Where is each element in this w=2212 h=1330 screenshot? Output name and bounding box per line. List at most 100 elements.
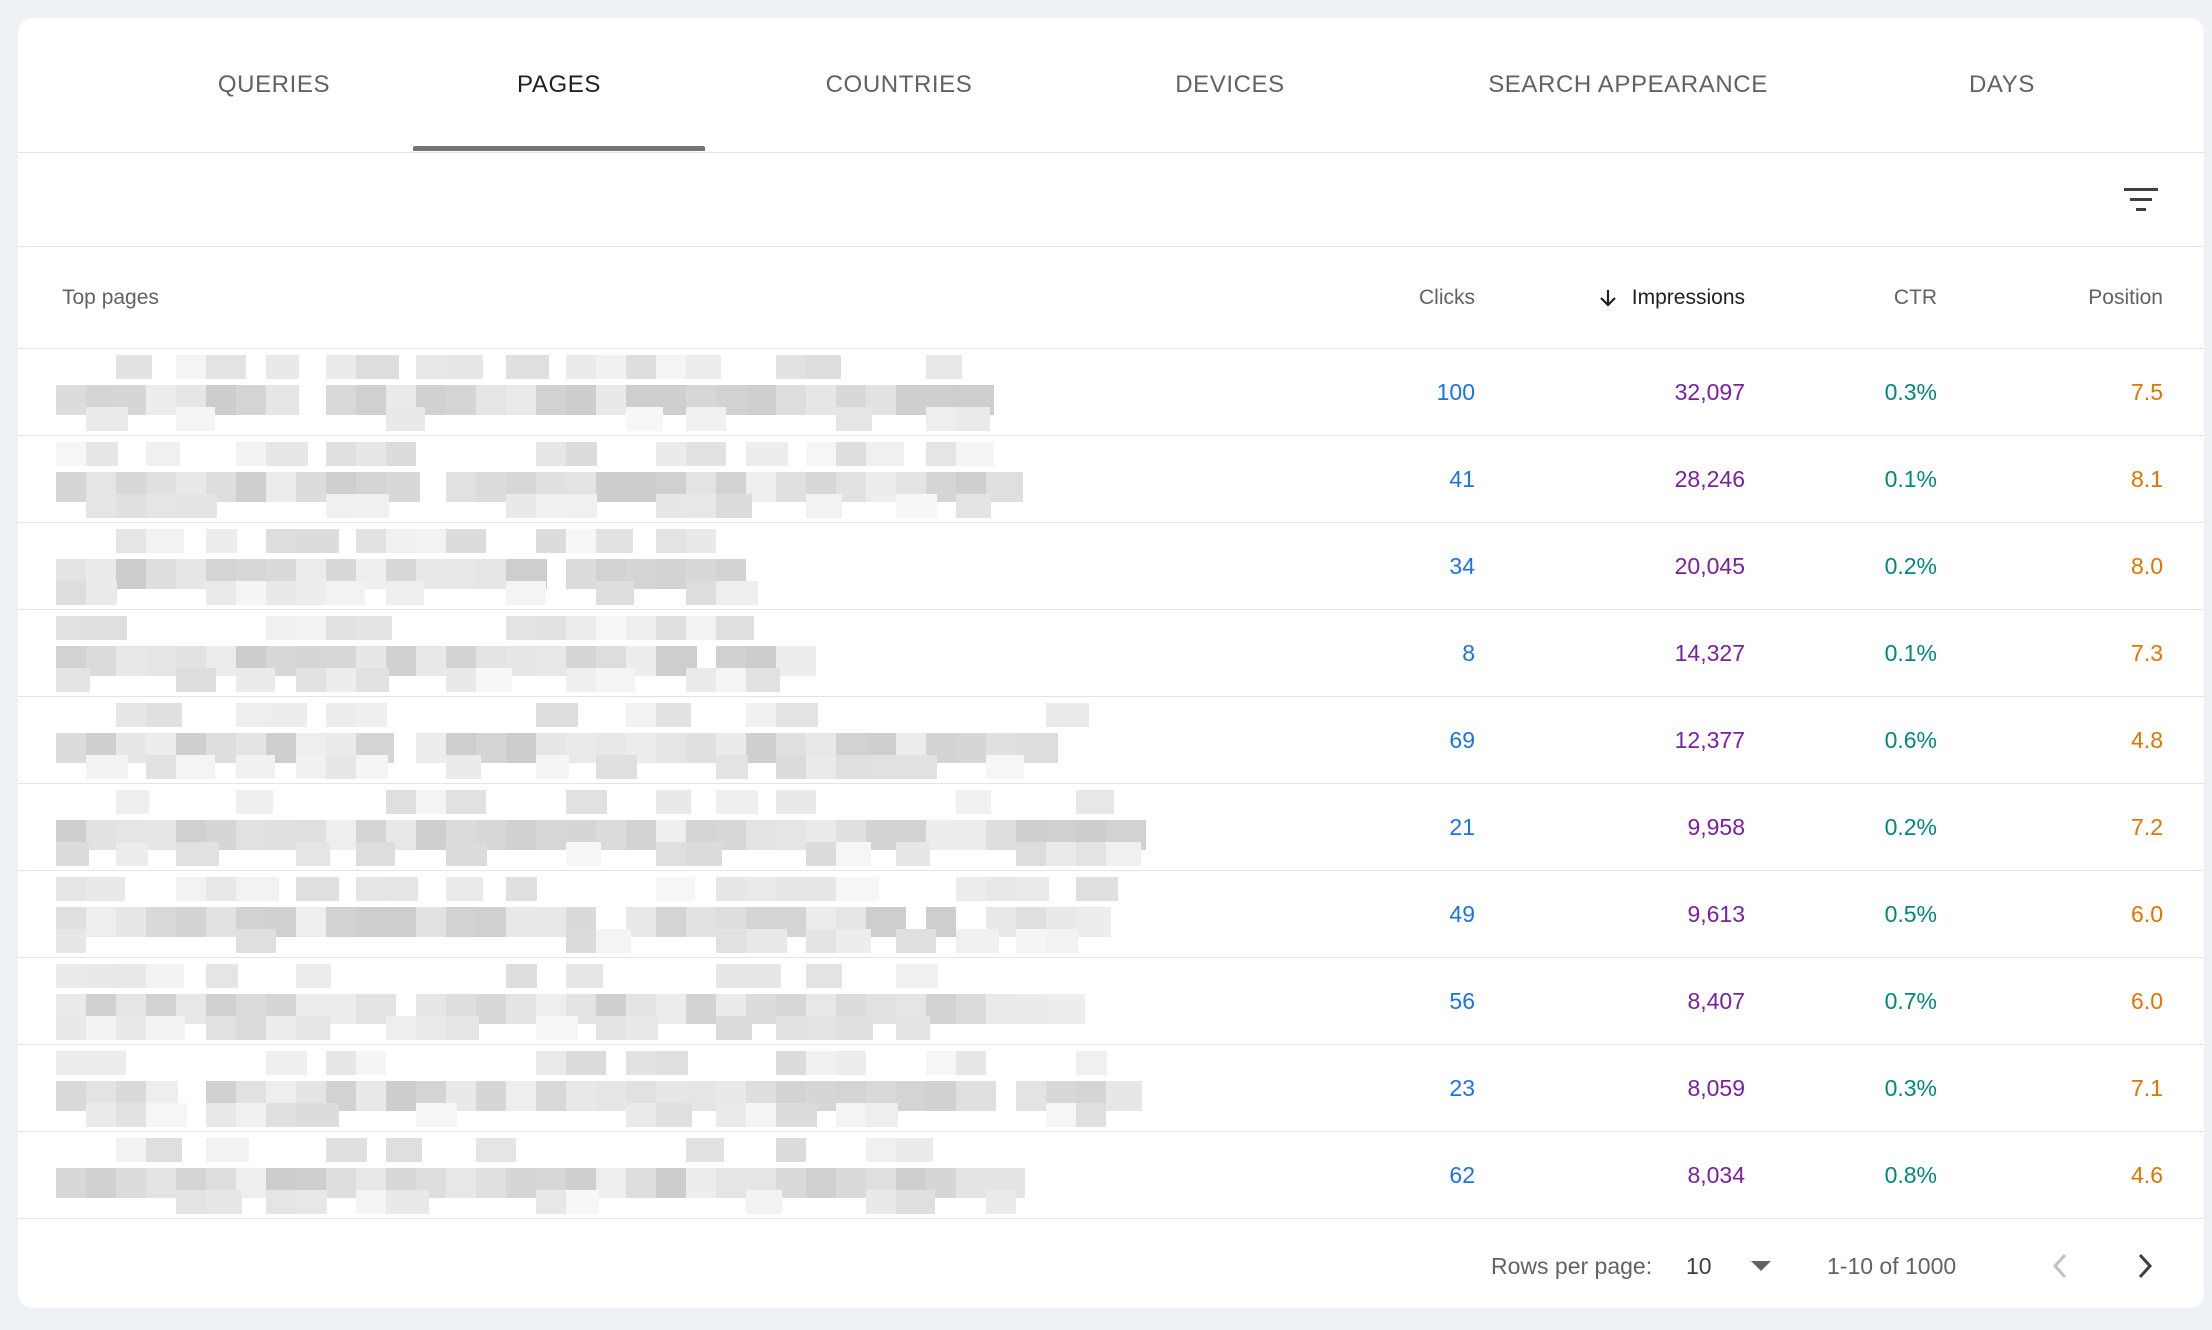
table-row[interactable]: 62 8,034 0.8% 4.6 <box>18 1132 2204 1219</box>
redaction-block <box>716 1103 746 1127</box>
position-cell: 7.3 <box>2131 639 2163 666</box>
redaction-block <box>926 407 958 431</box>
redaction-block <box>926 1051 960 1075</box>
table-row[interactable]: 23 8,059 0.3% 7.1 <box>18 1045 2204 1132</box>
redaction-block <box>146 529 184 553</box>
page-url-redacted[interactable] <box>56 703 1101 789</box>
clicks-cell: 69 <box>1449 726 1475 753</box>
redaction-block <box>656 494 689 518</box>
redaction-block <box>776 820 807 850</box>
table-pagination: Rows per page: 10 1-10 of 1000 <box>18 1224 2204 1308</box>
clicks-cell: 56 <box>1449 987 1475 1014</box>
redaction-block <box>746 964 781 988</box>
page-url-redacted[interactable] <box>56 616 816 702</box>
page-url-redacted[interactable] <box>56 355 994 441</box>
redaction-block <box>266 703 307 727</box>
redaction-block <box>806 355 841 379</box>
redaction-block <box>1076 1051 1107 1075</box>
redaction-block <box>176 494 217 518</box>
table-row[interactable]: 34 20,045 0.2% 8.0 <box>18 523 2204 610</box>
redaction-block <box>596 616 630 640</box>
filter-icon <box>2124 188 2158 211</box>
tab-queries[interactable]: QUERIES <box>128 18 420 152</box>
redaction-block <box>926 1081 960 1111</box>
position-cell: 8.1 <box>2131 465 2163 492</box>
rows-per-page-select[interactable]: 10 <box>1686 1224 1786 1308</box>
page-url-redacted[interactable] <box>56 1051 1162 1137</box>
column-header-ctr[interactable]: CTR <box>1894 247 1937 348</box>
redaction-block <box>116 355 152 379</box>
redaction-block <box>146 1016 185 1040</box>
redaction-block <box>776 790 816 814</box>
page-url-redacted[interactable] <box>56 442 1023 528</box>
redaction-block <box>626 1103 659 1127</box>
tab-search-appearance[interactable]: SEARCH APPEARANCE <box>1438 18 1818 152</box>
page-url-redacted[interactable] <box>56 790 1146 876</box>
redaction-block <box>536 703 578 727</box>
impressions-cell: 32,097 <box>1674 378 1745 405</box>
impressions-cell: 12,377 <box>1674 726 1745 753</box>
redaction-block <box>116 559 147 589</box>
redaction-block <box>686 1138 724 1162</box>
table-row[interactable]: 100 32,097 0.3% 7.5 <box>18 349 2204 436</box>
pagination-range: 1-10 of 1000 <box>1827 1252 1957 1279</box>
next-page-button[interactable] <box>2120 1241 2170 1291</box>
redaction-block <box>716 755 748 779</box>
redaction-block <box>656 877 695 901</box>
redaction-block <box>326 820 358 850</box>
tab-pages[interactable]: PAGES <box>413 18 705 152</box>
redaction-block <box>1076 877 1118 901</box>
page-url-redacted[interactable] <box>56 529 758 615</box>
redaction-block <box>86 755 128 779</box>
redaction-block <box>386 581 424 605</box>
table-row[interactable]: 21 9,958 0.2% 7.2 <box>18 784 2204 871</box>
ctr-cell: 0.8% <box>1884 1161 1937 1188</box>
performance-card: QUERIES PAGES COUNTRIES DEVICES SEARCH A… <box>18 18 2204 1308</box>
redaction-block <box>356 668 389 692</box>
redaction-block <box>596 355 630 379</box>
tab-countries[interactable]: COUNTRIES <box>753 18 1045 152</box>
column-header-position[interactable]: Position <box>2088 247 2163 348</box>
clicks-cell: 100 <box>1436 378 1475 405</box>
redaction-block <box>656 442 689 466</box>
redaction-block <box>896 1016 930 1040</box>
redaction-block <box>1046 929 1078 953</box>
filter-button[interactable] <box>2116 175 2166 225</box>
redaction-block <box>386 790 418 814</box>
redaction-block <box>356 703 387 727</box>
redaction-block <box>836 407 872 431</box>
impressions-cell: 28,246 <box>1674 465 1745 492</box>
redaction-block <box>296 842 330 866</box>
tab-devices[interactable]: DEVICES <box>1084 18 1376 152</box>
redaction-block <box>176 407 215 431</box>
tab-days[interactable]: DAYS <box>1856 18 2148 152</box>
redaction-block <box>566 355 600 379</box>
page-url-redacted[interactable] <box>56 1138 1025 1224</box>
redaction-block <box>446 842 487 866</box>
redaction-block <box>686 355 721 379</box>
position-cell: 6.0 <box>2131 900 2163 927</box>
previous-page-button[interactable] <box>2035 1241 2085 1291</box>
table-row[interactable]: 69 12,377 0.6% 4.8 <box>18 697 2204 784</box>
redaction-block <box>536 755 569 779</box>
redaction-block <box>296 964 331 988</box>
table-row[interactable]: 41 28,246 0.1% 8.1 <box>18 436 2204 523</box>
column-header-impressions[interactable]: Impressions <box>1596 247 1745 348</box>
redaction-block <box>236 668 275 692</box>
table-row[interactable]: 8 14,327 0.1% 7.3 <box>18 610 2204 697</box>
redaction-block <box>326 994 356 1024</box>
redaction-block <box>56 842 89 866</box>
redaction-block <box>746 668 780 692</box>
redaction-block <box>536 1016 578 1040</box>
redaction-block <box>146 494 177 518</box>
table-row[interactable]: 56 8,407 0.7% 6.0 <box>18 958 2204 1045</box>
page-url-redacted[interactable] <box>56 964 1085 1050</box>
table-row[interactable]: 49 9,613 0.5% 6.0 <box>18 871 2204 958</box>
dropdown-arrow-icon <box>1750 1261 1771 1271</box>
redaction-block <box>506 877 537 901</box>
redaction-block <box>566 616 596 640</box>
page-url-redacted[interactable] <box>56 877 1126 963</box>
column-header-clicks[interactable]: Clicks <box>1419 247 1475 348</box>
redaction-block <box>146 703 182 727</box>
redaction-block <box>206 1190 242 1214</box>
